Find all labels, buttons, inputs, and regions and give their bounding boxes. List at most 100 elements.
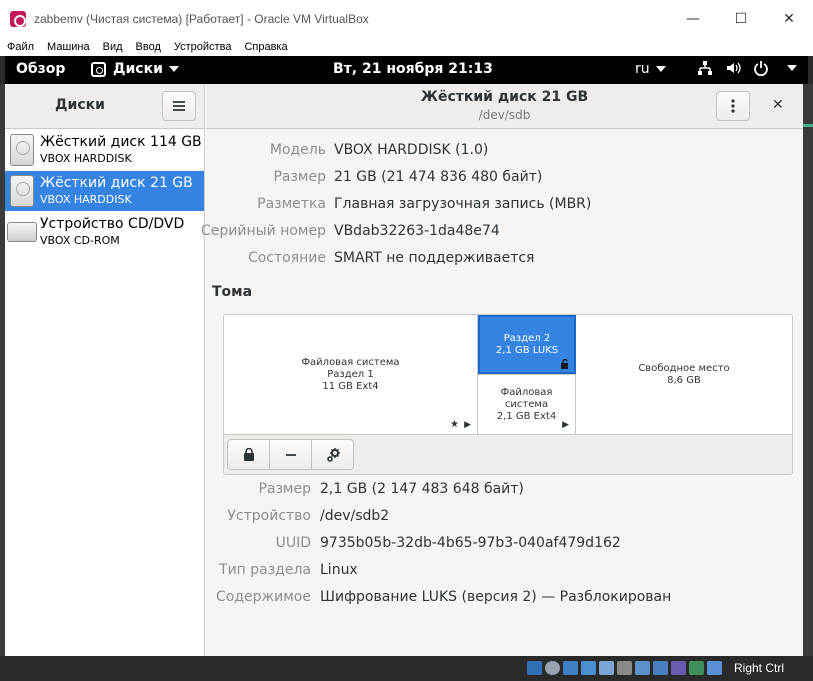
prop-label: Разметка	[257, 196, 326, 212]
display-icon[interactable]	[635, 661, 650, 675]
disk-model: VBOX HARDDISK	[40, 152, 132, 165]
prop-value: VBdab32263-1da48e74	[334, 223, 500, 239]
disk-item-21gb[interactable]: Жёсткий диск 21 GB VBOX HARDDISK	[5, 171, 204, 211]
lock-volume-button[interactable]	[227, 439, 270, 470]
clock[interactable]: Вт, 21 ноября 21:13	[333, 61, 493, 77]
partition-label: 8,6 GB	[667, 375, 701, 386]
partition-label: Раздел 2	[503, 332, 551, 344]
prop-label: Содержимое	[216, 589, 311, 605]
partition-2-luks[interactable]: Раздел 2 2,1 GB LUKS	[478, 315, 576, 374]
prop-value: 2,1 GB (2 147 483 648 байт)	[320, 481, 524, 497]
prop-partitioning: Разметка Главная загрузочная запись (MBR…	[206, 196, 591, 214]
virtualbox-icon	[10, 11, 26, 27]
hard-disk-activity-icon[interactable]	[527, 661, 542, 675]
chevron-down-icon	[655, 66, 666, 72]
vol-prop-contents: Содержимое Шифрование LUKS (версия 2) — …	[206, 589, 671, 607]
partition-options-button[interactable]	[311, 439, 354, 470]
prop-value: /dev/sdb2	[320, 508, 390, 524]
keyboard-capture-icon[interactable]	[707, 661, 722, 675]
prop-size: Размер 21 GB (21 474 836 480 байт)	[206, 169, 542, 187]
app-menu[interactable]: Диски	[91, 61, 179, 77]
disk-model: VBOX CD-ROM	[40, 234, 120, 247]
prop-assessment: Состояние SMART не поддерживается	[206, 250, 535, 268]
audio-icon[interactable]	[563, 661, 578, 675]
sidebar-title: Диски	[55, 97, 105, 113]
system-menu[interactable]	[697, 60, 797, 76]
minus-icon	[285, 453, 296, 456]
close-window-button[interactable]: ✕	[765, 0, 813, 38]
prop-value: 21 GB (21 474 836 480 байт)	[334, 169, 543, 185]
prop-label: Размер	[273, 169, 326, 185]
volumes-panel: Файловая система Раздел 1 11 GB Ext4 ★ ▶…	[223, 314, 793, 475]
partition-label: 11 GB Ext4	[322, 381, 379, 392]
play-icon: ▶	[464, 420, 471, 430]
partition-label: Раздел 1	[327, 369, 374, 380]
partition-label: Файловая система	[301, 357, 400, 368]
optical-drive-icon	[7, 222, 37, 242]
prop-value: 9735b05b-32db-4b65-97b3-040af479d162	[320, 535, 621, 551]
disk-item-cdrom[interactable]: Устройство CD/DVD VBOX CD-ROM	[5, 212, 204, 252]
free-space[interactable]: Свободное место 8,6 GB	[576, 315, 792, 435]
prop-label: Тип раздела	[219, 562, 311, 578]
menu-input[interactable]: Ввод	[136, 41, 161, 53]
delete-partition-button[interactable]	[269, 439, 312, 470]
prop-model: Модель VBOX HARDDISK (1.0)	[206, 142, 488, 160]
cpu-icon[interactable]	[671, 661, 686, 675]
partition-label: 2,1 GB LUKS	[495, 344, 559, 356]
disk-model: VBOX HARDDISK	[40, 193, 132, 206]
power-icon	[754, 61, 768, 76]
kebab-menu-icon	[731, 99, 735, 113]
menu-view[interactable]: Вид	[103, 41, 123, 53]
prop-label: Серийный номер	[200, 223, 326, 239]
disk-name: Жёсткий диск 21 GB	[40, 175, 193, 191]
vol-prop-partition-type: Тип раздела Linux	[206, 562, 358, 580]
volumes-title: Тома	[212, 284, 253, 300]
partition-1[interactable]: Файловая система Раздел 1 11 GB Ext4 ★ ▶	[224, 315, 478, 435]
lock-icon	[243, 448, 254, 461]
gnome-top-panel: Обзор Диски Вт, 21 ноября 21:13 ru	[5, 56, 808, 84]
app-menu-label: Диски	[113, 61, 163, 77]
prop-label: Устройство	[227, 508, 311, 524]
star-icon: ★	[450, 419, 459, 430]
close-icon[interactable]: ✕	[772, 97, 784, 113]
prop-value: Главная загрузочная запись (MBR)	[334, 196, 592, 212]
menu-bar: Файл Машина Вид Ввод Устройства Справка	[0, 38, 813, 56]
vol-prop-size: Размер 2,1 GB (2 147 483 648 байт)	[206, 481, 523, 499]
prop-label: Модель	[269, 142, 326, 158]
optical-drive-activity-icon[interactable]	[545, 661, 560, 675]
disk-sidebar: Диски Жёсткий диск 114 GB VBOX HARDDISK …	[5, 84, 205, 656]
disks-app-icon	[91, 61, 106, 77]
recording-icon[interactable]	[653, 661, 668, 675]
disk-item-114gb[interactable]: Жёсткий диск 114 GB VBOX HARDDISK	[5, 130, 204, 170]
hard-disk-icon	[10, 134, 34, 166]
mouse-integration-icon[interactable]	[689, 661, 704, 675]
host-key-label: Right Ctrl	[734, 661, 785, 675]
layout-label: ru	[635, 61, 650, 77]
sidebar-header: Диски	[5, 84, 204, 129]
app-menu-button[interactable]	[162, 91, 196, 121]
keyboard-layout[interactable]: ru	[635, 61, 666, 77]
menu-devices[interactable]: Устройства	[174, 41, 232, 53]
menu-file[interactable]: Файл	[7, 41, 34, 53]
vol-prop-uuid: UUID 9735b05b-32db-4b65-97b3-040af479d16…	[206, 535, 621, 553]
prop-label: Размер	[258, 481, 311, 497]
prop-value: Linux	[320, 562, 358, 578]
play-icon: ▶	[562, 420, 569, 430]
shared-folders-icon[interactable]	[617, 661, 632, 675]
usb-icon[interactable]	[599, 661, 614, 675]
volume-icon	[727, 62, 741, 74]
minimize-button[interactable]: —	[669, 0, 717, 38]
partition-2-filesystem[interactable]: Файловая система 2,1 GB Ext4 ▶	[478, 374, 576, 435]
disk-details: Жёсткий диск 21 GB /dev/sdb ✕ Модель VBO…	[201, 84, 803, 656]
drive-options-button[interactable]	[716, 91, 750, 121]
prop-value: SMART не поддерживается	[334, 250, 535, 266]
menu-machine[interactable]: Машина	[47, 41, 90, 53]
prop-value: VBOX HARDDISK (1.0)	[334, 142, 489, 158]
hamburger-icon	[173, 101, 185, 111]
disk-title: Жёсткий диск 21 GB	[420, 89, 589, 105]
activities-button[interactable]: Обзор	[16, 61, 65, 77]
maximize-button[interactable]: ☐	[717, 0, 765, 38]
network-activity-icon[interactable]	[581, 661, 596, 675]
menu-help[interactable]: Справка	[244, 41, 287, 53]
disk-name: Жёсткий диск 114 GB	[40, 134, 202, 150]
